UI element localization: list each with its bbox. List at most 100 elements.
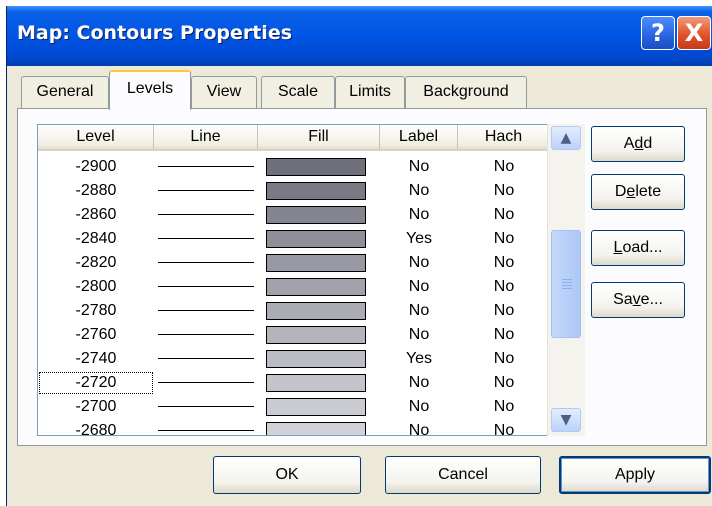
label-cell[interactable]: No xyxy=(380,155,458,179)
fill-swatch[interactable] xyxy=(266,158,366,176)
scrollbar-thumb[interactable] xyxy=(551,230,581,338)
table-row[interactable]: -2820 No No xyxy=(38,251,550,275)
line-style-sample[interactable] xyxy=(158,406,254,407)
hach-cell[interactable]: No xyxy=(458,227,550,251)
table-row[interactable]: -2780 No No xyxy=(38,299,550,323)
ok-button[interactable]: OK xyxy=(213,456,361,494)
fill-swatch[interactable] xyxy=(266,206,366,224)
scroll-up-button[interactable]: ▲ xyxy=(551,126,581,150)
add-button[interactable]: Add xyxy=(591,126,685,162)
save-button[interactable]: Save... xyxy=(591,282,685,318)
level-cell[interactable]: -2700 xyxy=(38,395,154,419)
level-cell[interactable]: -2780 xyxy=(38,299,154,323)
delete-mnemonic: e xyxy=(626,183,636,200)
line-style-sample[interactable] xyxy=(158,214,254,215)
line-style-sample[interactable] xyxy=(158,262,254,263)
label-cell[interactable]: Yes xyxy=(380,227,458,251)
line-style-sample[interactable] xyxy=(158,190,254,191)
table-row[interactable]: -2840 Yes No xyxy=(38,227,550,251)
level-cell[interactable]: -2880 xyxy=(38,179,154,203)
label-cell[interactable]: No xyxy=(380,299,458,323)
line-style-sample[interactable] xyxy=(158,358,254,359)
fill-swatch[interactable] xyxy=(266,350,366,368)
table-row[interactable]: -2800 No No xyxy=(38,275,550,299)
hach-cell[interactable]: No xyxy=(458,251,550,275)
vertical-scrollbar[interactable]: ▲ ▼ xyxy=(547,124,585,436)
level-cell[interactable]: -2720 xyxy=(38,371,154,395)
hach-cell[interactable]: No xyxy=(458,395,550,419)
close-button[interactable]: X xyxy=(677,16,711,50)
table-row[interactable]: -2700 No No xyxy=(38,395,550,419)
line-style-sample[interactable] xyxy=(158,310,254,311)
scroll-down-button[interactable]: ▼ xyxy=(551,408,581,432)
hach-cell[interactable]: No xyxy=(458,419,550,435)
table-row[interactable]: -2680 No No xyxy=(38,419,550,435)
fill-swatch[interactable] xyxy=(266,422,366,435)
table-row[interactable]: -2900 No No xyxy=(38,155,550,179)
label-cell[interactable]: Yes xyxy=(380,347,458,371)
tab-scale[interactable]: Scale xyxy=(261,76,335,108)
label-cell[interactable]: No xyxy=(380,371,458,395)
label-cell[interactable]: No xyxy=(380,395,458,419)
table-row[interactable]: -2880 No No xyxy=(38,179,550,203)
tab-general[interactable]: General xyxy=(21,76,109,108)
hach-cell[interactable]: No xyxy=(458,275,550,299)
column-header-label[interactable]: Label xyxy=(380,125,458,151)
column-header-hach[interactable]: Hach xyxy=(458,125,550,151)
level-cell[interactable]: -2800 xyxy=(38,275,154,299)
hach-cell[interactable]: No xyxy=(458,347,550,371)
level-cell[interactable]: -2680 xyxy=(38,419,154,435)
label-cell[interactable]: No xyxy=(380,275,458,299)
column-header-line[interactable]: Line xyxy=(154,125,258,151)
hach-cell[interactable]: No xyxy=(458,323,550,347)
hach-cell[interactable]: No xyxy=(458,155,550,179)
hach-cell[interactable]: No xyxy=(458,371,550,395)
label-cell[interactable]: No xyxy=(380,179,458,203)
fill-swatch[interactable] xyxy=(266,302,366,320)
help-button[interactable]: ? xyxy=(641,16,675,50)
tab-background[interactable]: Background xyxy=(405,76,527,108)
line-style-sample[interactable] xyxy=(158,166,254,167)
table-row[interactable]: -2760 No No xyxy=(38,323,550,347)
fill-swatch[interactable] xyxy=(266,374,366,392)
level-cell[interactable]: -2820 xyxy=(38,251,154,275)
fill-swatch[interactable] xyxy=(266,230,366,248)
line-style-sample[interactable] xyxy=(158,286,254,287)
table-row[interactable]: -2860 No No xyxy=(38,203,550,227)
level-cell[interactable]: -2760 xyxy=(38,323,154,347)
fill-swatch[interactable] xyxy=(266,326,366,344)
apply-button[interactable]: Apply xyxy=(559,456,711,494)
label-cell[interactable]: No xyxy=(380,419,458,435)
hach-cell[interactable]: No xyxy=(458,299,550,323)
hach-cell[interactable]: No xyxy=(458,203,550,227)
line-style-sample[interactable] xyxy=(158,382,254,383)
fill-swatch[interactable] xyxy=(266,254,366,272)
cancel-button[interactable]: Cancel xyxy=(385,456,541,494)
delete-button[interactable]: Delete xyxy=(591,174,685,210)
fill-swatch[interactable] xyxy=(266,182,366,200)
level-cell[interactable]: -2740 xyxy=(38,347,154,371)
fill-swatch[interactable] xyxy=(266,278,366,296)
hach-cell[interactable]: No xyxy=(458,179,550,203)
line-style-sample[interactable] xyxy=(158,430,254,431)
column-header-level[interactable]: Level xyxy=(38,125,154,151)
levels-list[interactable]: Level Line Fill Label Hach -2900 No No -288… xyxy=(37,124,585,436)
level-cell[interactable]: -2860 xyxy=(38,203,154,227)
tab-limits[interactable]: Limits xyxy=(335,76,405,108)
level-cell[interactable]: -2900 xyxy=(38,155,154,179)
tab-levels[interactable]: Levels xyxy=(109,70,191,110)
tab-view[interactable]: View xyxy=(191,76,257,108)
title-bar[interactable]: Map: Contours Properties ? X xyxy=(7,6,712,66)
label-cell[interactable]: No xyxy=(380,251,458,275)
line-style-sample[interactable] xyxy=(158,238,254,239)
load-button[interactable]: Load... xyxy=(591,230,685,266)
level-cell[interactable]: -2840 xyxy=(38,227,154,251)
column-header-fill[interactable]: Fill xyxy=(258,125,380,151)
fill-swatch[interactable] xyxy=(266,398,366,416)
line-style-sample[interactable] xyxy=(158,334,254,335)
label-cell[interactable]: No xyxy=(380,203,458,227)
label-cell[interactable]: No xyxy=(380,323,458,347)
table-row[interactable]: -2740 Yes No xyxy=(38,347,550,371)
dialog-window: Map: Contours Properties ? X General Lev… xyxy=(6,6,712,506)
table-row[interactable]: -2720 No No xyxy=(38,371,550,395)
